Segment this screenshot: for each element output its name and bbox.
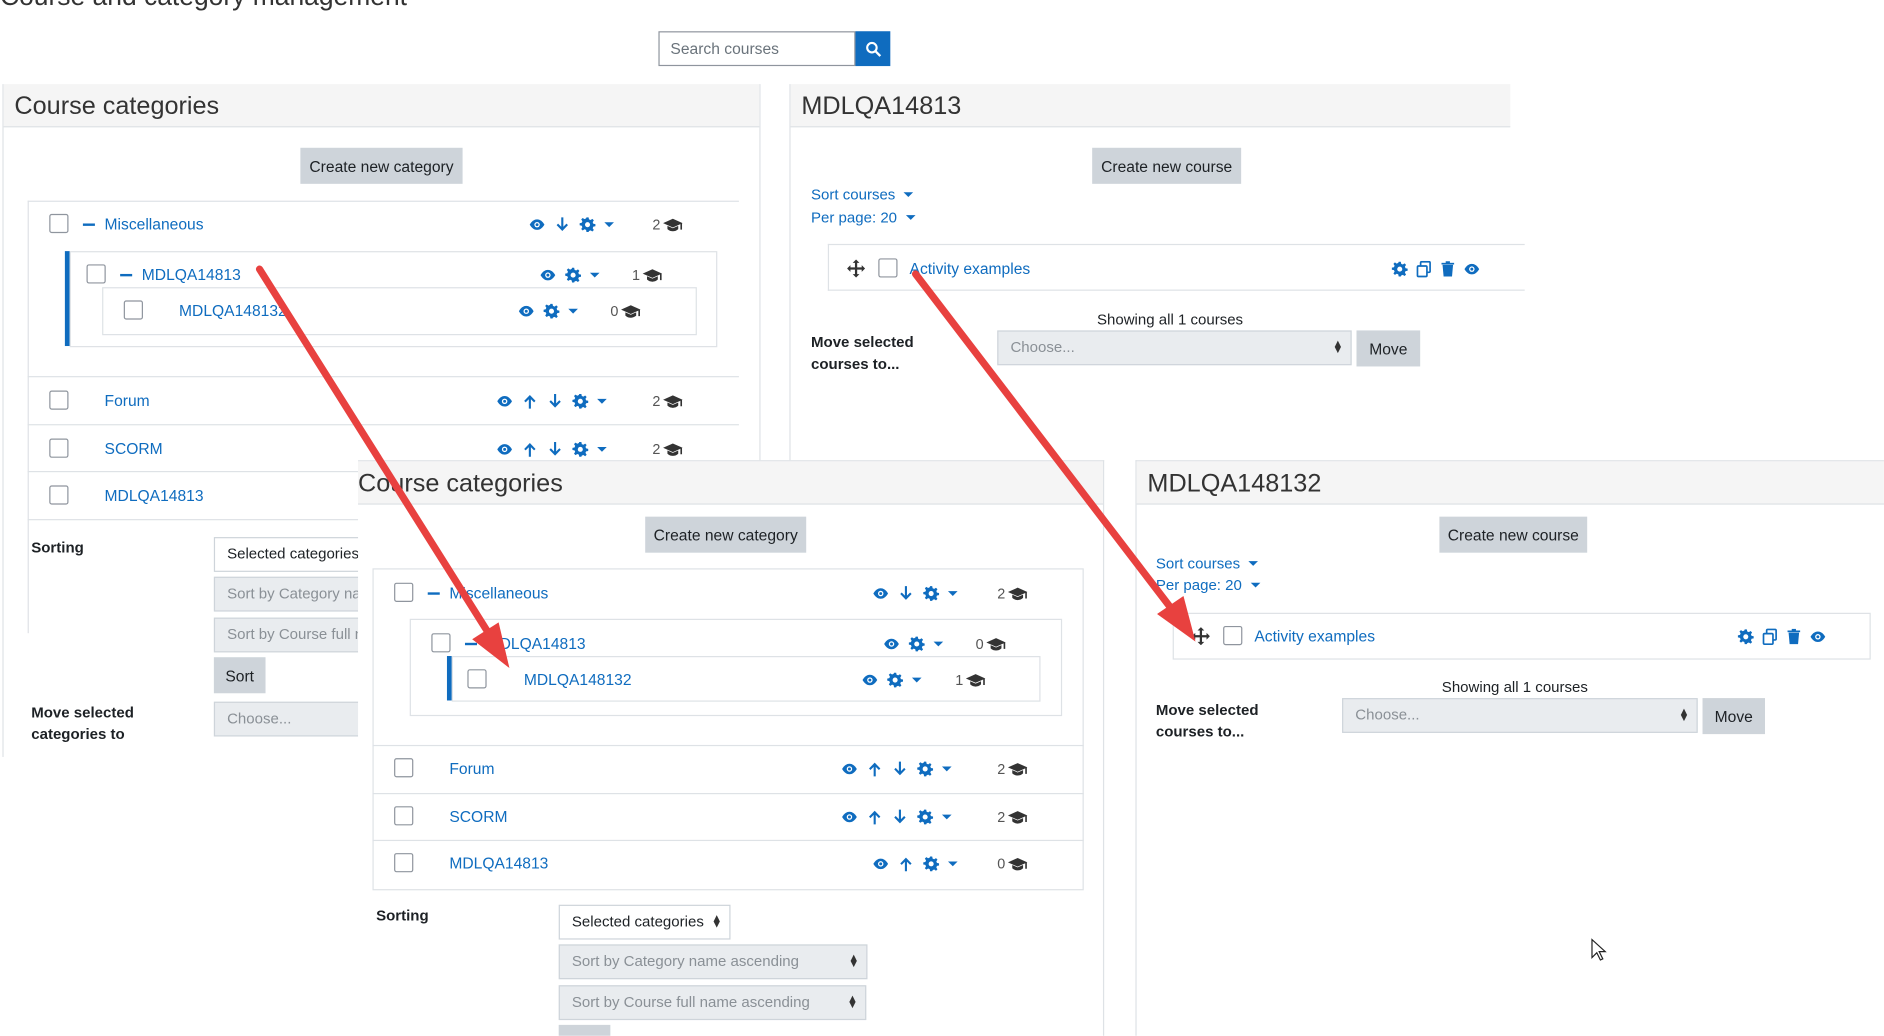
red-arrow-icon [911,270,1196,642]
red-arrow-icon [255,265,510,669]
screenshot-canvas: Course and category management Search co… [0,0,1884,1036]
annotation-arrows [255,265,1607,961]
mouse-cursor-icon [1591,938,1607,961]
